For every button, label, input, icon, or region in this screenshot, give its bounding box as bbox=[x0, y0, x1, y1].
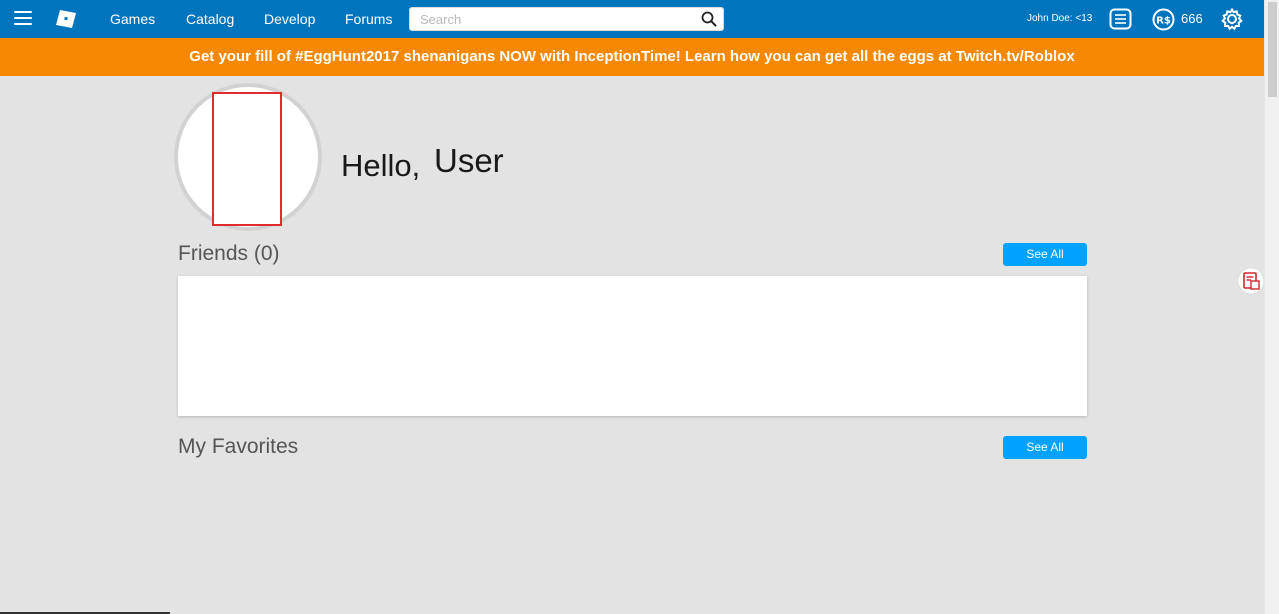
nav-develop-link[interactable]: Develop bbox=[264, 0, 315, 38]
promo-banner[interactable]: Get your fill of #EggHunt2017 shenanigan… bbox=[0, 38, 1264, 76]
friends-see-all-button[interactable]: See All bbox=[1003, 243, 1087, 266]
scrollbar-thumb[interactable] bbox=[1268, 2, 1277, 97]
messages-icon[interactable] bbox=[1109, 8, 1132, 30]
extension-badge-icon[interactable] bbox=[1237, 267, 1265, 295]
avatar-thumbnail bbox=[212, 92, 282, 226]
gear-icon[interactable] bbox=[1220, 7, 1244, 31]
hamburger-menu-icon[interactable] bbox=[14, 11, 32, 25]
page-scrollbar[interactable] bbox=[1264, 0, 1279, 614]
top-nav: Games Catalog Develop Forums John Doe: <… bbox=[0, 0, 1264, 38]
nav-catalog-link[interactable]: Catalog bbox=[186, 0, 234, 38]
svg-text:R$: R$ bbox=[1156, 16, 1171, 27]
favorites-title: My Favorites bbox=[178, 435, 299, 458]
friends-title: Friends (0) bbox=[178, 242, 280, 265]
search-icon[interactable] bbox=[701, 11, 717, 27]
nav-forums-link[interactable]: Forums bbox=[345, 0, 392, 38]
username-heading[interactable]: User bbox=[434, 142, 504, 180]
search-box bbox=[409, 7, 724, 31]
search-input[interactable] bbox=[410, 8, 690, 30]
greeting-text: Hello, bbox=[341, 148, 421, 183]
robux-icon[interactable]: R$ bbox=[1152, 8, 1175, 31]
favorites-see-all-button[interactable]: See All bbox=[1003, 436, 1087, 459]
user-label[interactable]: John Doe: <13 bbox=[1027, 0, 1092, 38]
nav-games-link[interactable]: Games bbox=[110, 0, 155, 38]
roblox-logo-icon[interactable] bbox=[55, 9, 77, 29]
robux-count[interactable]: 666 bbox=[1181, 0, 1203, 38]
friends-panel bbox=[178, 276, 1087, 416]
